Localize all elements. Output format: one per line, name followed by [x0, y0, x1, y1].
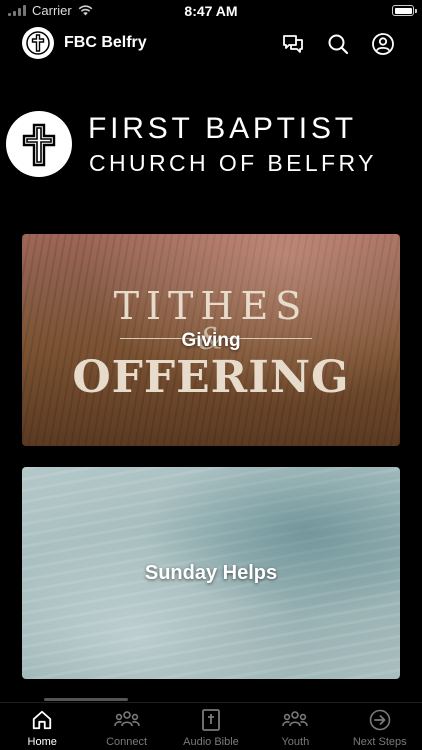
church-banner: FIRST BAPTIST CHURCH OF BELFRY	[0, 102, 422, 190]
people-icon	[113, 711, 140, 727]
scroll-indicator	[44, 698, 128, 701]
home-icon	[33, 710, 52, 730]
tab-connect[interactable]: Connect	[84, 703, 168, 750]
banner-subtitle: CHURCH OF BELFRY	[89, 150, 377, 176]
tab-bar: Home Connect Audio Bible Youth Next Step…	[0, 703, 422, 750]
tab-audio-bible-label: Audio Bible	[183, 736, 239, 748]
profile-icon[interactable]	[371, 32, 395, 56]
banner-title: FIRST BAPTIST	[88, 112, 357, 145]
tab-home[interactable]: Home	[0, 703, 84, 750]
tab-audio-bible[interactable]: Audio Bible	[169, 703, 253, 750]
sunday-helps-card[interactable]: Sunday Helps	[22, 467, 400, 679]
giving-card[interactable]: TITHES & OFFERING Giving	[22, 234, 400, 446]
battery-icon	[392, 5, 417, 16]
bible-icon	[202, 709, 220, 731]
app-title: FBC Belfry	[64, 34, 147, 51]
tab-next-steps[interactable]: Next Steps	[338, 703, 422, 750]
tab-youth-label: Youth	[281, 736, 310, 748]
search-icon[interactable]	[326, 32, 350, 56]
cross-logo-icon[interactable]	[22, 27, 54, 59]
arrow-circle-icon	[369, 709, 391, 731]
card-art-subtitle: OFFERING	[72, 352, 350, 403]
tab-home-label: Home	[27, 736, 57, 748]
tab-connect-label: Connect	[106, 736, 148, 748]
chat-bubbles-icon[interactable]	[281, 32, 305, 56]
giving-card-label: Giving	[181, 330, 241, 351]
status-time: 8:47 AM	[184, 3, 238, 19]
cross-logo-icon	[6, 111, 72, 177]
people-icon	[282, 711, 309, 727]
status-bar: Carrier 8:47 AM	[0, 0, 422, 22]
tab-youth[interactable]: Youth	[253, 703, 337, 750]
sunday-helps-card-label: Sunday Helps	[144, 562, 278, 584]
tab-next-steps-label: Next Steps	[352, 736, 407, 748]
app-header: FBC Belfry	[0, 22, 422, 66]
